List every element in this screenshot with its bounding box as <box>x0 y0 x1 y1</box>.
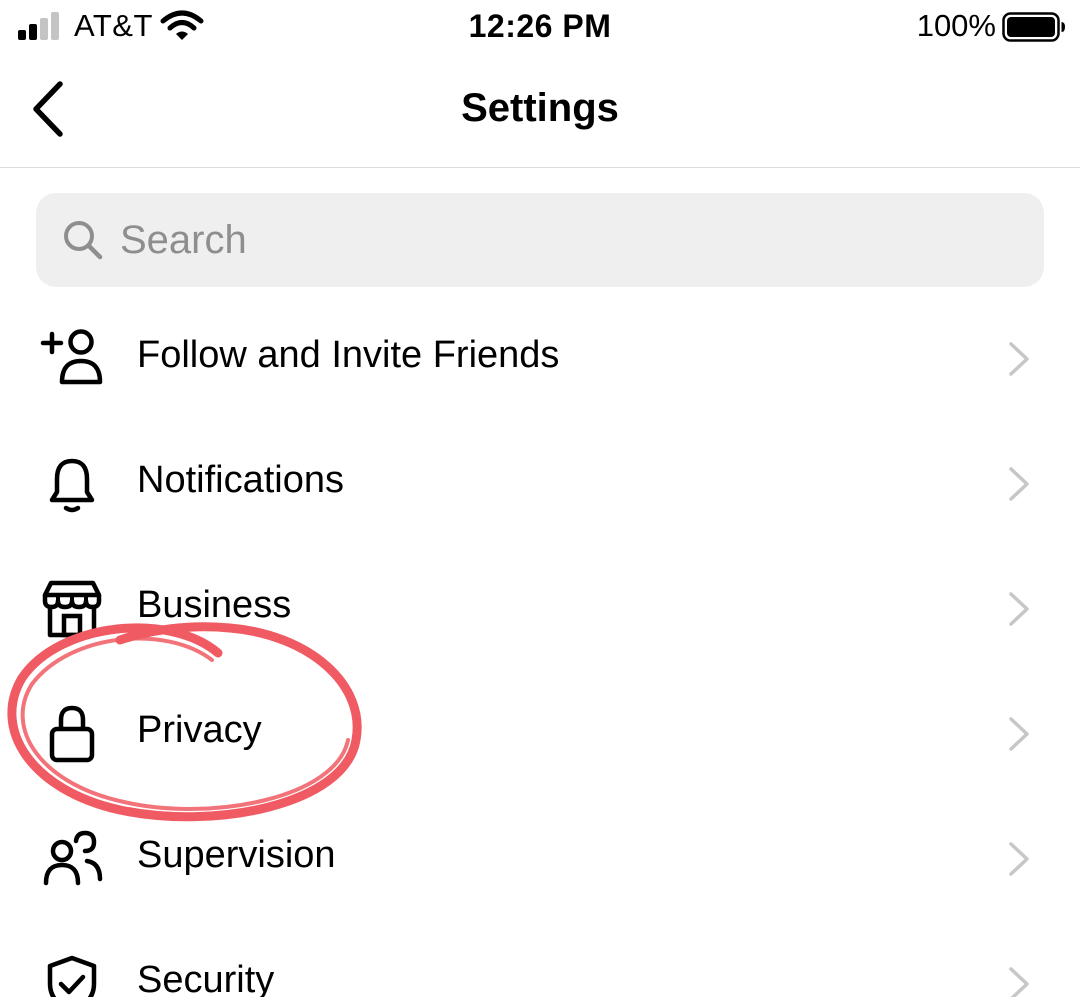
menu-item-label: Privacy <box>137 709 262 751</box>
navigation-header: Settings <box>0 56 1080 168</box>
search-bar[interactable] <box>36 193 1044 287</box>
battery-percentage: 100% <box>916 8 996 43</box>
chevron-right-icon <box>1009 592 1029 626</box>
shield-check-icon <box>47 955 97 997</box>
menu-item-notifications[interactable]: Notifications <box>0 421 1080 546</box>
chevron-right-icon <box>1009 967 1029 997</box>
menu-item-follow-and-invite-friends[interactable]: Follow and Invite Friends <box>0 296 1080 421</box>
bell-icon <box>49 458 95 513</box>
chevron-right-icon <box>1009 842 1029 876</box>
search-input[interactable] <box>120 193 1020 287</box>
menu-item-label: Notifications <box>137 459 344 501</box>
settings-screen: AT&T 12:26 PM 100% Settings Search Follo… <box>0 0 1080 997</box>
battery-icon <box>1002 12 1065 42</box>
menu-item-business[interactable]: Business <box>0 546 1080 671</box>
people-icon <box>43 830 103 886</box>
search-icon <box>64 221 103 260</box>
menu-item-label: Follow and Invite Friends <box>137 334 560 376</box>
status-bar: AT&T 12:26 PM 100% <box>0 0 1080 56</box>
menu-item-supervision[interactable]: Supervision <box>0 796 1080 921</box>
chevron-right-icon <box>1009 342 1029 376</box>
chevron-right-icon <box>1009 717 1029 751</box>
page-title: Settings <box>461 86 619 130</box>
chevron-right-icon <box>1009 467 1029 501</box>
menu-item-label: Business <box>137 584 292 626</box>
menu-item-label: Supervision <box>137 834 336 876</box>
menu-item-security[interactable]: Security <box>0 921 1080 997</box>
storefront-icon <box>42 580 102 638</box>
lock-icon <box>49 705 95 763</box>
add-person-icon <box>40 329 103 385</box>
menu-item-privacy[interactable]: Privacy <box>0 671 1080 796</box>
menu-item-label: Security <box>137 959 275 997</box>
